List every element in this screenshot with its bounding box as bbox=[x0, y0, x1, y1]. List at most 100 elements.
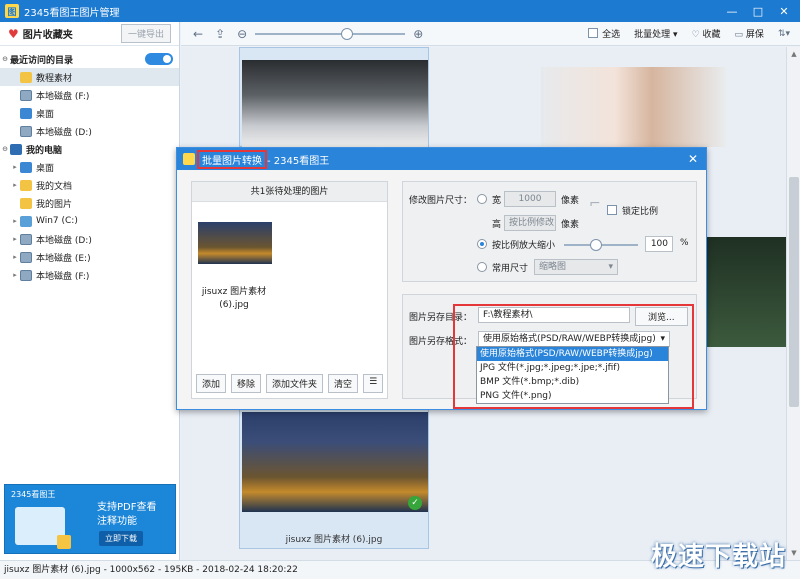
my-computer-header[interactable]: ⊖ 我的电脑 bbox=[0, 140, 179, 158]
batch-process-menu[interactable]: 批量处理 ▾ bbox=[634, 27, 677, 40]
close-button[interactable]: ✕ bbox=[772, 2, 796, 20]
tree-item-pc-disk-f[interactable]: ▸ 本地磁盘 (F:) bbox=[0, 266, 179, 284]
expand-icon[interactable]: ▸ bbox=[10, 163, 20, 171]
width-input[interactable]: 1000 bbox=[504, 191, 556, 207]
disk-icon bbox=[20, 233, 32, 245]
scale-slider[interactable] bbox=[564, 239, 638, 251]
file-caption-line1: jisuxz 图片素材 bbox=[201, 287, 267, 297]
select-all-checkbox[interactable]: 全选 bbox=[588, 27, 620, 40]
tree-item-pc-disk-e[interactable]: ▸ 本地磁盘 (E:) bbox=[0, 248, 179, 266]
favorite-button[interactable]: ♡ 收藏 bbox=[692, 27, 721, 40]
zoom-out-icon[interactable]: ⊖ bbox=[237, 27, 247, 41]
zoom-in-icon[interactable]: ⊕ bbox=[413, 27, 423, 41]
percent-label: % bbox=[680, 238, 689, 248]
thumbnail-image[interactable] bbox=[541, 67, 726, 147]
tree-item-pc-disk-d[interactable]: ▸ 本地磁盘 (D:) bbox=[0, 230, 179, 248]
thumbnail-card[interactable] bbox=[701, 237, 786, 347]
list-view-icon[interactable]: ☰ bbox=[363, 374, 384, 393]
common-size-radio[interactable] bbox=[477, 262, 487, 272]
selected-check-icon: ✓ bbox=[408, 496, 422, 510]
collapse-icon[interactable]: ⊖ bbox=[0, 55, 10, 63]
format-option-bmp[interactable]: BMP 文件(*.bmp;*.dib) bbox=[477, 375, 668, 389]
expand-icon[interactable]: ▸ bbox=[10, 235, 20, 243]
sort-icon[interactable]: ⇅▾ bbox=[778, 29, 790, 39]
thumbnail-image[interactable] bbox=[242, 60, 428, 148]
disk-icon bbox=[20, 251, 32, 263]
thumbnail-image[interactable] bbox=[242, 412, 428, 512]
pending-images-panel: 共1张待处理的图片 jisuxz 图片素材 (6).jpg 添加 移除 添加文件… bbox=[191, 181, 388, 399]
tree-item-pc-desktop[interactable]: ▸ 桌面 bbox=[0, 158, 179, 176]
batch-label: 批量处理 bbox=[634, 30, 671, 40]
tree-item-disk-c[interactable]: ▸ Win7 (C:) bbox=[0, 212, 179, 230]
tree-item-pictures[interactable]: 我的图片 bbox=[0, 194, 179, 212]
screensaver-button[interactable]: ▭ 屏保 bbox=[735, 27, 764, 40]
add-button[interactable]: 添加 bbox=[196, 374, 227, 393]
back-icon[interactable]: ← bbox=[193, 27, 203, 41]
dialog-title-rest: - 2345看图王 bbox=[267, 155, 330, 167]
scale-input[interactable]: 100 bbox=[645, 236, 673, 252]
checkbox-icon[interactable] bbox=[588, 28, 599, 38]
download-now-button[interactable]: 立即下载 bbox=[99, 531, 143, 546]
tree-item-desktop[interactable]: 桌面 bbox=[0, 104, 179, 122]
format-dropdown-list[interactable]: 使用原始格式(PSD/RAW/WEBP转换成jpg) JPG 文件(*.jpg;… bbox=[476, 346, 669, 404]
pending-thumbnail[interactable] bbox=[198, 222, 272, 264]
maximize-button[interactable]: □ bbox=[746, 2, 770, 20]
height-input[interactable]: 按比例修改 bbox=[504, 215, 556, 231]
common-size-select[interactable]: 缩略图 ▾ bbox=[534, 259, 618, 275]
width-unit: 像素 bbox=[561, 196, 580, 206]
tree-item-label: 我的图片 bbox=[36, 199, 73, 210]
format-option-jpg[interactable]: JPG 文件(*.jpg;*.jpeg;*.jpe;*.jfif) bbox=[477, 361, 668, 375]
format-option-png[interactable]: PNG 文件(*.png) bbox=[477, 389, 668, 403]
thumbnail-card[interactable] bbox=[521, 47, 726, 147]
tree-item-label: 桌面 bbox=[36, 109, 55, 120]
zoom-slider[interactable] bbox=[255, 27, 406, 40]
dialog-title-highlight: 批量图片转换 bbox=[197, 149, 267, 169]
upload-folder-icon[interactable]: ⇪ bbox=[215, 27, 225, 41]
chevron-down-icon: ▾ bbox=[608, 262, 613, 272]
folder-tree: ⊖ 最近访问的目录 教程素材 本地磁盘 (F:) 桌面 本地磁盘 (D:) ⊖ bbox=[0, 46, 179, 284]
banner-brand: 2345看图王 bbox=[11, 490, 56, 499]
thumbnail-card[interactable] bbox=[239, 47, 429, 148]
thumbnail-card-selected[interactable]: ✓ jisuxz 图片素材 (6).jpg bbox=[239, 407, 429, 549]
add-folder-button[interactable]: 添加文件夹 bbox=[266, 374, 324, 393]
tree-item-tutorial[interactable]: 教程素材 bbox=[0, 68, 179, 86]
clear-button[interactable]: 清空 bbox=[328, 374, 359, 393]
format-option-original[interactable]: 使用原始格式(PSD/RAW/WEBP转换成jpg) bbox=[477, 347, 668, 361]
recent-toggle[interactable] bbox=[145, 53, 173, 65]
expand-icon[interactable]: ▸ bbox=[10, 181, 20, 189]
export-button[interactable]: 一键导出 bbox=[120, 24, 171, 43]
expand-icon[interactable]: ▸ bbox=[10, 253, 20, 261]
favorite-label: 收藏 bbox=[702, 30, 721, 40]
app-logo-icon: 图 bbox=[5, 4, 19, 18]
app-logo-icon bbox=[183, 153, 195, 165]
scroll-down-icon[interactable]: ▼ bbox=[787, 546, 800, 560]
desktop-icon bbox=[20, 107, 32, 119]
tree-item-disk-f[interactable]: 本地磁盘 (F:) bbox=[0, 86, 179, 104]
tree-item-documents[interactable]: ▸ 我的文档 bbox=[0, 176, 179, 194]
tree-item-label: 本地磁盘 (F:) bbox=[36, 271, 90, 282]
favorites-label[interactable]: 图片收藏夹 bbox=[23, 26, 73, 41]
lock-ratio-checkbox[interactable] bbox=[607, 205, 617, 215]
fixed-size-radio[interactable] bbox=[477, 194, 487, 204]
recent-header[interactable]: ⊖ 最近访问的目录 bbox=[0, 50, 179, 68]
banner-line1: 支持PDF查看 bbox=[97, 502, 157, 513]
vertical-scrollbar[interactable]: ▲ ▼ bbox=[786, 47, 800, 560]
scrollbar-thumb[interactable] bbox=[789, 177, 799, 407]
scale-radio[interactable] bbox=[477, 239, 487, 249]
common-size-value: 缩略图 bbox=[539, 262, 567, 272]
document-illustration-icon bbox=[15, 507, 71, 549]
ad-banner[interactable]: 2345看图王 支持PDF查看 注释功能 立即下载 bbox=[4, 484, 176, 554]
tree-item-label: 我的文档 bbox=[36, 181, 73, 192]
remove-button[interactable]: 移除 bbox=[231, 374, 262, 393]
dialog-close-icon[interactable]: ✕ bbox=[688, 152, 698, 166]
expand-icon[interactable]: ▸ bbox=[10, 217, 20, 225]
zoom-slider-knob[interactable] bbox=[341, 27, 354, 40]
expand-icon[interactable]: ▸ bbox=[10, 271, 20, 279]
collapse-icon[interactable]: ⊖ bbox=[0, 145, 10, 153]
scroll-up-icon[interactable]: ▲ bbox=[787, 47, 800, 61]
tree-item-disk-d[interactable]: 本地磁盘 (D:) bbox=[0, 122, 179, 140]
scale-slider-knob[interactable] bbox=[590, 239, 602, 251]
banner-line2: 注释功能 bbox=[97, 516, 137, 527]
minimize-button[interactable]: — bbox=[720, 2, 744, 20]
thumbnail-image[interactable] bbox=[703, 237, 786, 347]
